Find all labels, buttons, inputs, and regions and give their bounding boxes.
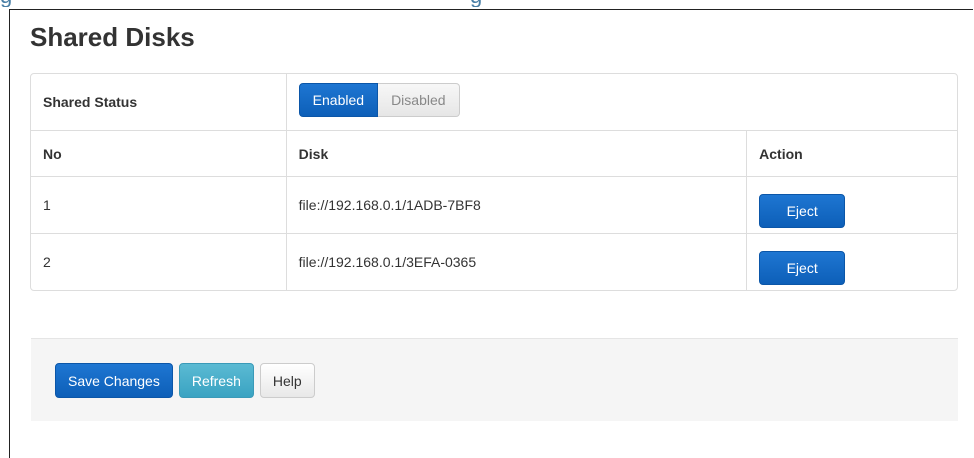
- disk-path: file://192.168.0.1/1ADB-7BF8: [285, 176, 747, 233]
- table-row: 2 file://192.168.0.1/3EFA-0365 Eject: [31, 233, 957, 290]
- row-number: 2: [31, 233, 286, 290]
- cut-off-heading-left: g: [0, 0, 12, 7]
- save-changes-button[interactable]: Save Changes: [55, 363, 173, 398]
- cut-off-heading: g g: [0, 0, 974, 7]
- shared-status-toggle: Enabled Disabled: [298, 83, 460, 117]
- eject-button[interactable]: Eject: [759, 194, 846, 228]
- disk-path: file://192.168.0.1/3EFA-0365: [285, 233, 747, 290]
- shared-status-control-cell: Enabled Disabled: [285, 74, 957, 130]
- action-cell: Eject: [746, 233, 957, 290]
- refresh-button[interactable]: Refresh: [178, 363, 254, 398]
- column-header-action: Action: [746, 130, 957, 176]
- form-actions: Save Changes Refresh Help: [55, 363, 315, 398]
- eject-button[interactable]: Eject: [759, 251, 846, 285]
- enabled-button[interactable]: Enabled: [298, 83, 379, 117]
- help-button[interactable]: Help: [259, 363, 315, 398]
- shared-status-row: Shared Status Enabled Disabled: [31, 74, 957, 130]
- cut-off-heading-right: g: [470, 0, 482, 7]
- table-header-row: No Disk Action: [31, 130, 957, 176]
- shared-status-label: Shared Status: [43, 94, 138, 110]
- table-row: 1 file://192.168.0.1/1ADB-7BF8 Eject: [31, 176, 957, 233]
- form-actions-footer: Save Changes Refresh Help: [31, 338, 958, 421]
- shared-disks-table: Shared Status Enabled Disabled No Disk A…: [30, 73, 958, 291]
- disabled-button[interactable]: Disabled: [378, 83, 460, 117]
- page: g g Shared Disks Shared Status Enabled D…: [0, 0, 974, 458]
- row-number: 1: [31, 176, 286, 233]
- action-cell: Eject: [746, 176, 957, 233]
- column-header-no: No: [31, 130, 286, 176]
- page-title: Shared Disks: [30, 22, 195, 52]
- column-header-disk: Disk: [285, 130, 747, 176]
